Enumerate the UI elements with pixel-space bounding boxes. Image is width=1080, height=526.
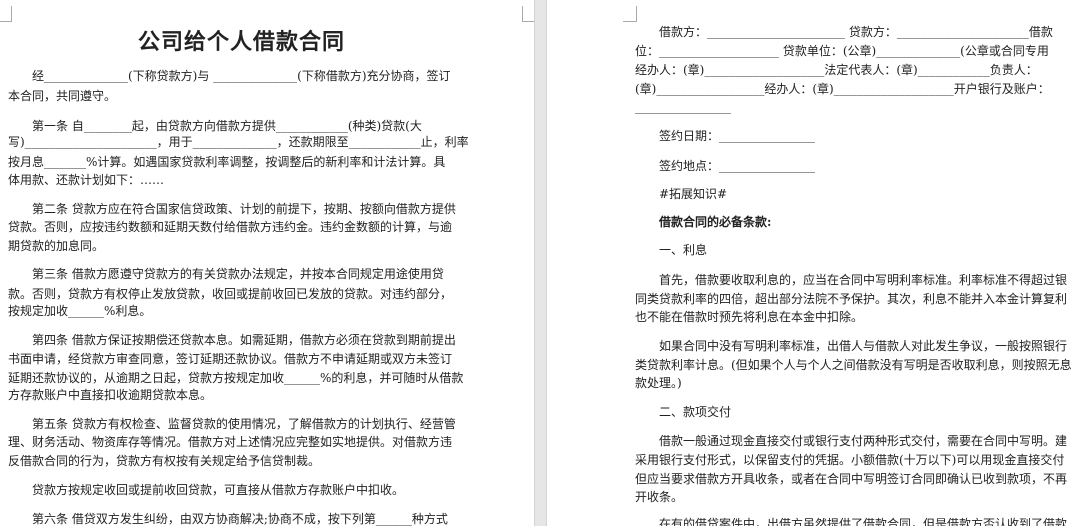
paragraph-line: 本合同，共同遵守。 [8,89,117,103]
crop-mark-top-left [623,6,637,22]
paragraph-line: 开收条。 [635,490,684,504]
paragraph-line: 第二条 贷款方应在符合国家信贷政策、计划的前提下，按期、按额向借款方提供 [8,202,456,216]
paragraph-line: 贷款方按规定收回或提前收回贷款，可直接从借款方存款账户中扣收。 [8,483,405,497]
paragraph-line: 经______________(下称贷款方)与 ______________(下… [8,69,451,83]
paragraph-line: 方存款账户中直接扣收逾期贷款本息。 [8,388,213,402]
signing-place: 签约地点：________________ [635,159,816,173]
paragraph-line: 理、财务活动、物资库存等情况。借款方对上述情况应完整如实地提供。对借款方违 [8,435,453,449]
paragraph-line: 在有的借贷案件中，出借方虽然提供了借款合同，但是借款方否认收到了借款 [635,517,1068,526]
paragraph-line: 首先，借款要收取利息的，应当在合同中写明利率标准。利率标准不得超过银 [635,273,1068,287]
paragraph-line: 但应当要求借款方开具收条，或者在合同中写明签订合同即确认已收到款项，不再 [635,472,1068,486]
paragraph-line: 第四条 借款方保证按期偿还贷款本息。如需延期，借款方必须在贷款到期前提出 [8,333,456,347]
paragraph-line: ________________ [635,100,731,114]
crop-mark-top-left [0,6,12,22]
paragraph-line: 按规定加收______%利息。 [8,304,152,318]
paragraph-line: 经办人：(章)____________________法定代表人：(章)____… [635,63,1038,77]
paragraph-line: 期贷款的加息同。 [8,239,105,253]
section-tag: #拓展知识# [635,187,728,201]
document-page-right: 借款方：_______________________ 贷款方：________… [546,0,1080,526]
subsection-heading: 一、利息 [635,243,708,257]
section-heading: 借款合同的必备条款: [635,215,772,229]
paragraph-line: 借款方：_______________________ 贷款方：________… [635,25,1053,39]
paragraph-line: 采用银行支付形式，以保留支付的凭据。小额借款(十万以下)可以用现金直接交付 [635,453,1065,467]
paragraph-line: 体用款、还款计划如下：…… [8,173,165,187]
paragraph-line: 第三条 借款方愿遵守贷款方的有关贷款办法规定，并按本合同规定用途使用贷 [8,267,444,281]
paragraph-line: 贷款。否则，应按违约数额和延期天数付给借款方违约金。违约金数额的计算，与逾 [8,220,453,234]
crop-mark-top-right [522,6,534,22]
paragraph-line: 书面申请，经贷款方审查同意，签订延期还款协议。借款方不申请延期或双方未签订 [8,352,453,366]
paragraph-line: 同类贷款利率的四倍，超出部分法院不予保护。其次，利息不能并入本金计算复利 [635,292,1068,306]
paragraph-line: 第六条 借贷双方发生纠纷，由双方协商解决;协商不成，按下列第______种方式 [8,512,448,526]
subsection-heading: 二、款项交付 [635,405,732,419]
paragraph-line: 类贷款利率计息。(但如果个人与个人之间借款没有写明是否收取利息，则按照无息 [635,358,1072,372]
document-page-left: 公司给个人借款合同 经______________(下称贷款方)与 ______… [0,0,535,526]
paragraph-line: 第五条 贷款方有权检查、监督贷款的使用情况，了解借款方的计划执行、经营管 [8,417,456,431]
paragraph-line: (章)__________________经办人：(章)____________… [635,82,1050,96]
paragraph-line: 也不能在借款时预先将利息在本金中扣除。 [635,310,864,324]
paragraph-line: 按月息_______%计算。如遇国家贷款利率调整，按调整后的新利率和计法计算。具 [8,155,446,169]
paragraph-line: 反借款合同的行为，贷款方有权按有关规定给予信贷制裁。 [8,454,321,468]
signing-date: 签约日期：________________ [635,129,816,143]
paragraph-line: 借款一般通过现金直接交付或银行支付两种形式交付，需要在合同中写明。建 [635,434,1068,448]
paragraph-line: 位：____________________ 贷款单位：(公章)________… [635,44,1049,58]
document-title: 公司给个人借款合同 [137,29,345,55]
paragraph-line: 款处理。) [635,376,682,390]
paragraph-line: 如果合同中没有写明利率标准，出借人与借款人对此发生争议，一般按照银行 [635,339,1068,353]
paragraph-line: 写)______________________，用于_____________… [8,135,469,149]
